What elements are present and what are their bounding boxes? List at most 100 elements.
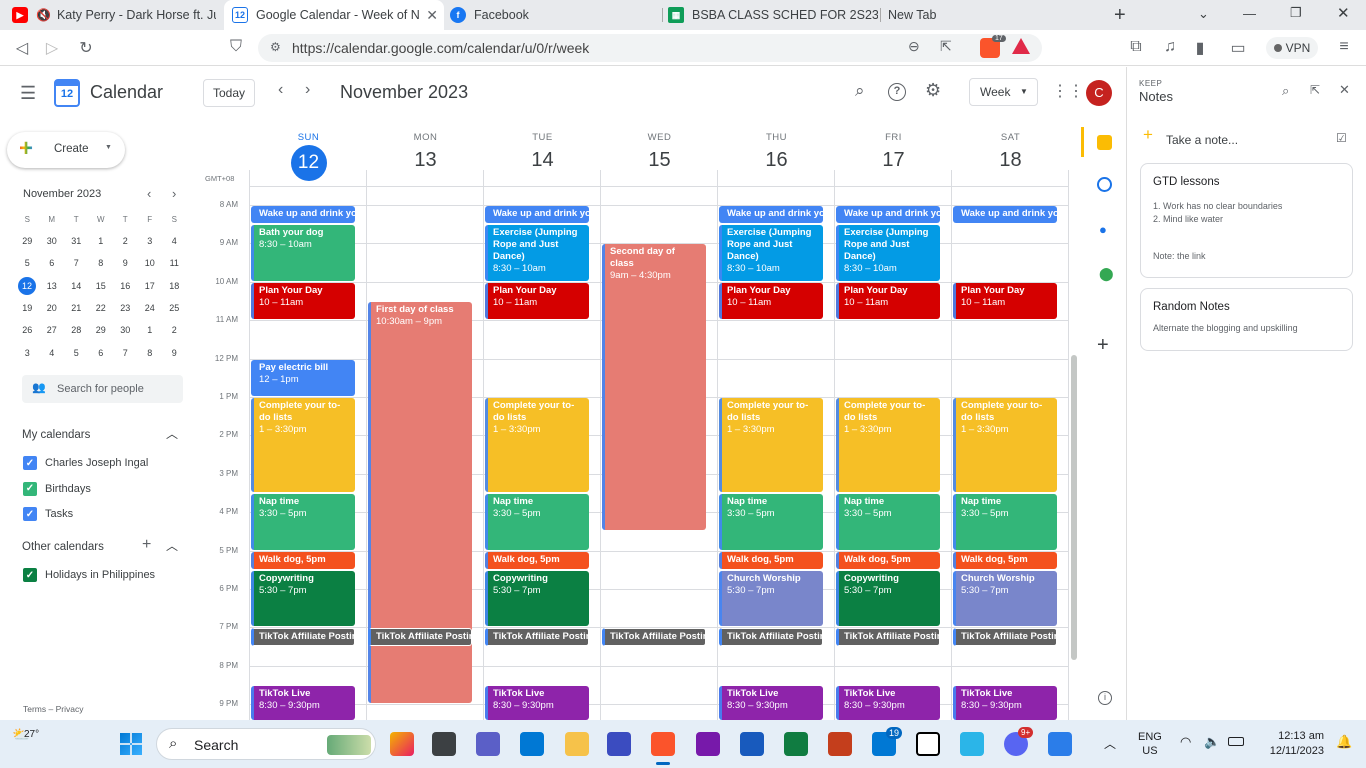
taskbar-search[interactable]: ⌕ Search	[156, 728, 376, 760]
day-number[interactable]: 18	[952, 149, 1069, 172]
calendar-event[interactable]: Wake up and drink your	[719, 206, 823, 224]
collapse-icon[interactable]: ︿	[166, 425, 178, 442]
day-header[interactable]: WED 15	[601, 132, 718, 172]
day-number[interactable]: 12	[290, 145, 327, 181]
day-header[interactable]: THU 16	[718, 132, 835, 172]
mini-day[interactable]: 27	[40, 325, 65, 335]
search-icon[interactable]: ⌕	[1282, 83, 1289, 99]
create-button[interactable]: + Create ▼	[7, 132, 125, 168]
mini-day[interactable]: 21	[64, 303, 89, 313]
day-header[interactable]: MON 13	[367, 132, 484, 172]
calendar-event[interactable]: Plan Your Day 10 – 11am	[719, 282, 823, 320]
collapse-icon[interactable]: ︿	[166, 537, 178, 554]
close-icon[interactable]: ✕	[1339, 82, 1350, 98]
avatar[interactable]: C	[1086, 80, 1112, 106]
mini-day[interactable]: 9	[113, 258, 138, 268]
mini-day[interactable]: 22	[89, 303, 114, 313]
brave-icon[interactable]	[651, 732, 675, 756]
restore-icon[interactable]: ❐	[1290, 5, 1302, 21]
calendar-event[interactable]: Wake up and drink your	[953, 206, 1057, 224]
mini-day[interactable]: 6	[40, 258, 65, 268]
mini-day[interactable]: 4	[162, 236, 187, 246]
search-people-input[interactable]: 👥 Search for people	[22, 375, 183, 403]
sidebar-icon[interactable]: ▮	[1190, 38, 1210, 58]
word-icon[interactable]	[740, 732, 764, 756]
mini-day[interactable]: 17	[138, 281, 163, 291]
next-week-icon[interactable]: ›	[305, 81, 310, 99]
calendar-event[interactable]: Exercise (Jumping Rope and Just Dance) 8:…	[719, 225, 823, 281]
minimize-icon[interactable]: —	[1243, 6, 1256, 21]
settings-icon[interactable]: ⚙	[925, 80, 941, 101]
calendar-event[interactable]: Complete your to-do lists 1 – 3:30pm	[719, 398, 823, 492]
close-window-icon[interactable]: ✕	[1337, 4, 1350, 22]
calendar-event[interactable]: TikTok Affiliate Posting	[485, 628, 589, 646]
search-icon[interactable]: ⌕	[855, 81, 865, 101]
close-icon[interactable]: ✕	[426, 7, 438, 24]
calendar-event[interactable]: TikTok Live 8:30 – 9:30pm	[485, 686, 589, 720]
maps-icon[interactable]: ⬤	[1099, 266, 1114, 282]
bookmark-icon[interactable]: ⛉	[226, 38, 246, 56]
day-header[interactable]: FRI 17	[835, 132, 952, 172]
calendar-event[interactable]: Walk dog, 5pm	[953, 551, 1057, 569]
calendar-event[interactable]: TikTok Live 8:30 – 9:30pm	[251, 686, 355, 720]
mini-day[interactable]: 1	[138, 325, 163, 335]
my-calendars-title[interactable]: My calendars	[22, 429, 90, 441]
terms-privacy-link[interactable]: Terms – Privacy	[23, 704, 83, 714]
day-number[interactable]: 17	[835, 149, 952, 172]
mini-day[interactable]: 4	[40, 348, 65, 358]
calendar-event[interactable]: Copywriting 5:30 – 7pm	[485, 570, 589, 627]
windows-start-icon[interactable]	[120, 733, 142, 755]
mini-day[interactable]: 10	[138, 258, 163, 268]
calendar-event[interactable]: Second day of class 9am – 4:30pm	[602, 244, 706, 531]
calendar-event[interactable]: Plan Your Day 10 – 11am	[485, 282, 589, 320]
mini-day[interactable]: 1	[89, 236, 114, 246]
back-icon[interactable]: ◁	[12, 38, 32, 58]
calendar-event[interactable]: Nap time 3:30 – 5pm	[485, 494, 589, 550]
take-note-input[interactable]: + Take a note... ☑	[1139, 125, 1354, 151]
mini-day[interactable]: 3	[15, 348, 40, 358]
add-calendar-icon[interactable]: +	[142, 536, 151, 554]
task-view-icon[interactable]	[432, 732, 456, 756]
calendar-event[interactable]: Walk dog, 5pm	[485, 551, 589, 569]
store-icon[interactable]	[520, 732, 544, 756]
calendar-event[interactable]: Nap time 3:30 – 5pm	[836, 494, 940, 550]
clickup-icon[interactable]	[960, 732, 984, 756]
tab-search-icon[interactable]: ⌄	[1198, 6, 1209, 22]
calendar-checkbox[interactable]: ✓	[23, 456, 37, 470]
note-card[interactable]: GTD lessons 1. Work has no clear boundar…	[1140, 163, 1353, 278]
calendar-event[interactable]: Church Worship 5:30 – 7pm	[719, 570, 823, 627]
clock[interactable]: 12:13 am 12/11/2023	[1258, 729, 1324, 759]
volume-icon[interactable]: 🔈	[1204, 734, 1220, 750]
calendar-event[interactable]: Nap time 3:30 – 5pm	[719, 494, 823, 550]
day-header[interactable]: SAT 18	[952, 132, 1069, 172]
calendar-event[interactable]: Wake up and drink your	[485, 206, 589, 224]
mini-day[interactable]: 15	[89, 281, 114, 291]
mini-day[interactable]: 11	[162, 258, 187, 268]
new-tab-icon[interactable]: +	[1114, 4, 1126, 27]
calendar-event[interactable]: Plan Your Day 10 – 11am	[953, 282, 1057, 320]
day-number[interactable]: 16	[718, 149, 835, 172]
calendar-event[interactable]: TikTok Affiliate Posting	[251, 628, 355, 646]
calendar-event[interactable]: Exercise (Jumping Rope and Just Dance) 8:…	[836, 225, 940, 281]
mini-day[interactable]: 2	[113, 236, 138, 246]
mini-day[interactable]: 29	[89, 325, 114, 335]
mini-day[interactable]: 25	[162, 303, 187, 313]
calendar-event[interactable]: Walk dog, 5pm	[719, 551, 823, 569]
calendar-event[interactable]: Copywriting 5:30 – 7pm	[251, 570, 355, 627]
notifications-icon[interactable]: 🔔	[1336, 734, 1352, 750]
copilot-icon[interactable]	[390, 732, 414, 756]
calendar-event[interactable]: TikTok Affiliate Posting	[602, 628, 706, 646]
mute-icon[interactable]: 🔇	[36, 8, 51, 22]
mini-day[interactable]: 13	[40, 281, 65, 291]
mini-day[interactable]: 19	[15, 303, 40, 313]
language-indicator[interactable]: ENG US	[1138, 730, 1162, 758]
tab-calendar[interactable]: 12 Google Calendar - Week of N ✕	[224, 0, 444, 30]
day-number[interactable]: 14	[484, 149, 601, 172]
open-new-window-icon[interactable]: ⇱	[1310, 83, 1320, 97]
tab-youtube[interactable]: ▶ 🔇 Katy Perry - Dark Horse ft. Juic	[6, 0, 216, 30]
mini-day[interactable]: 7	[64, 258, 89, 268]
add-addon-icon[interactable]: +	[1097, 334, 1109, 357]
wallet-icon[interactable]: ▭	[1228, 38, 1248, 58]
powerpoint-icon[interactable]	[828, 732, 852, 756]
day-header[interactable]: SUN 12	[250, 132, 367, 181]
